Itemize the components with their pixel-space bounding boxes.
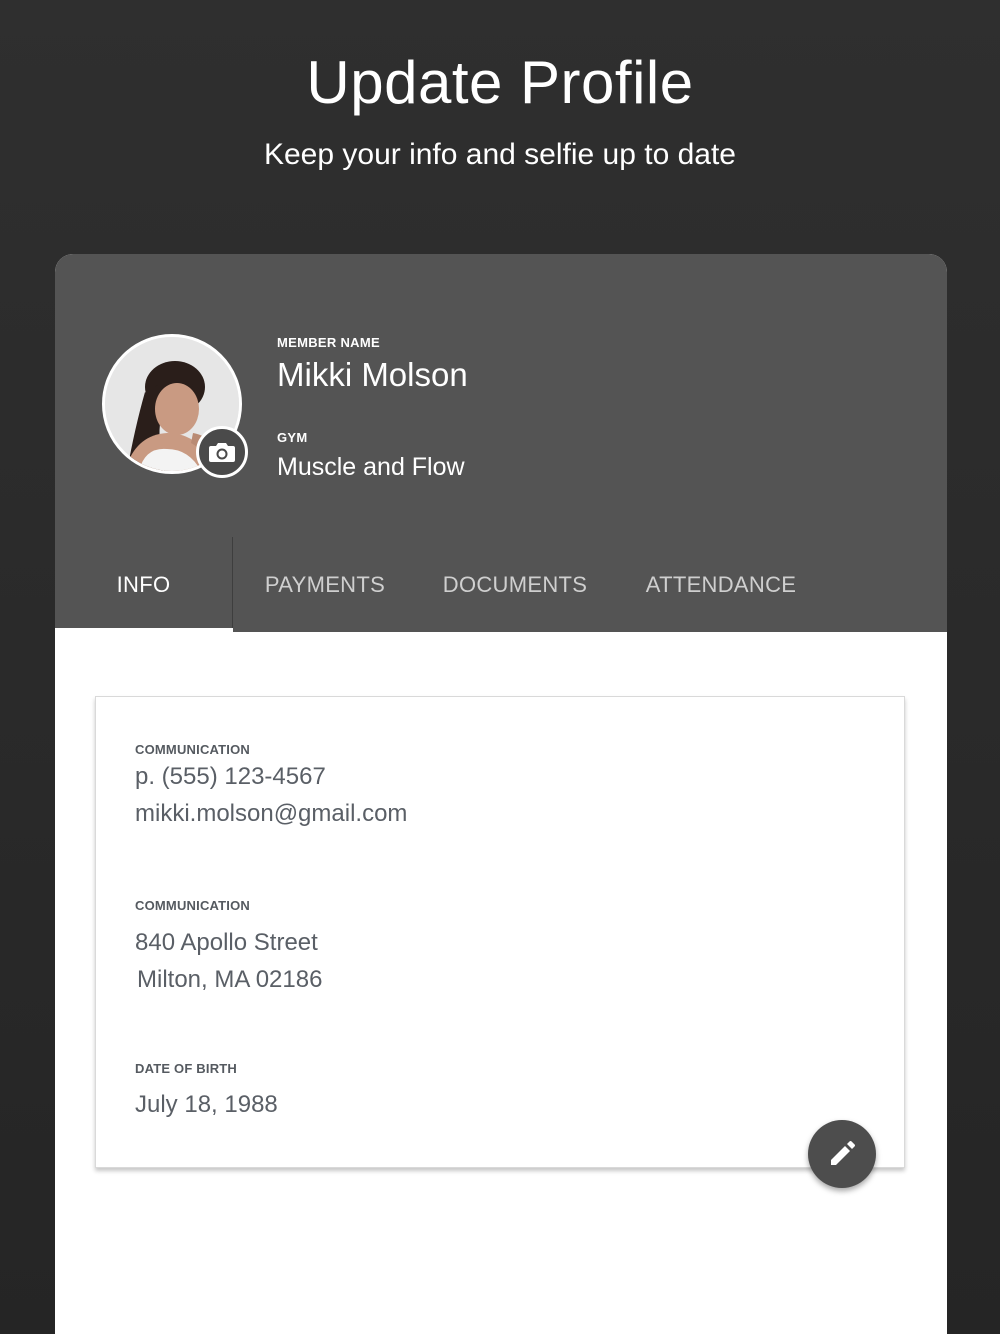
edit-button[interactable] bbox=[808, 1120, 876, 1188]
camera-icon bbox=[209, 443, 235, 462]
address-label: COMMUNICATION bbox=[135, 898, 251, 913]
communication-label: COMMUNICATION bbox=[135, 742, 251, 757]
tab-attendance[interactable]: ATTENDANCE bbox=[613, 537, 829, 632]
profile-tabs: INFO PAYMENTS DOCUMENTS ATTENDANCE bbox=[55, 537, 947, 632]
dob-label: DATE OF BIRTH bbox=[135, 1061, 238, 1076]
page-subtitle: Keep your info and selfie up to date bbox=[263, 138, 736, 171]
avatar-container bbox=[102, 334, 248, 478]
member-name-label: MEMBER NAME bbox=[277, 335, 380, 350]
info-panel: COMMUNICATION p. (555) 123-4567 mikki.mo… bbox=[95, 696, 905, 1168]
tab-info[interactable]: INFO bbox=[55, 537, 233, 632]
change-photo-button[interactable] bbox=[196, 426, 248, 478]
page-title: Update Profile bbox=[306, 49, 694, 116]
address-line2: Milton, MA 02186 bbox=[137, 966, 323, 993]
gym-label: GYM bbox=[277, 430, 308, 445]
profile-card: MEMBER NAME Mikki Molson GYM Muscle and … bbox=[55, 254, 947, 1334]
email-value: mikki.molson@gmail.com bbox=[135, 800, 408, 827]
pencil-icon bbox=[831, 1141, 855, 1165]
profile-header: MEMBER NAME Mikki Molson GYM Muscle and … bbox=[55, 254, 947, 632]
phone-value: p. (555) 123-4567 bbox=[135, 763, 326, 790]
address-line1: 840 Apollo Street bbox=[135, 929, 318, 956]
member-name: Mikki Molson bbox=[277, 356, 468, 393]
dob-value: July 18, 1988 bbox=[135, 1091, 278, 1118]
gym-name: Muscle and Flow bbox=[277, 453, 465, 481]
tab-payments[interactable]: PAYMENTS bbox=[233, 537, 417, 632]
tab-documents[interactable]: DOCUMENTS bbox=[417, 537, 613, 632]
